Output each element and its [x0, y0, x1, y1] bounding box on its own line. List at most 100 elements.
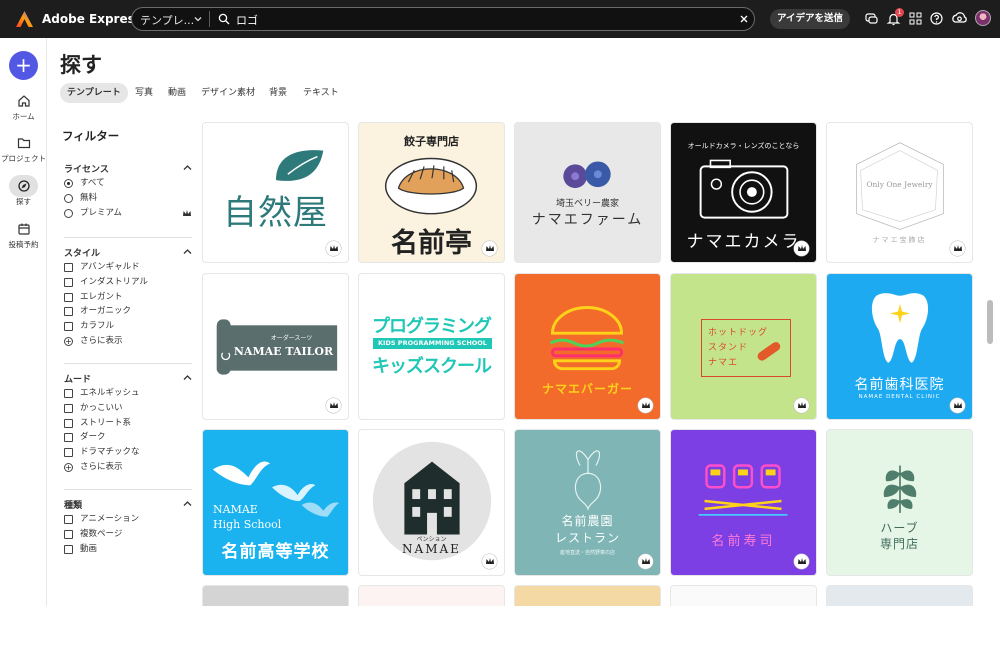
search-input[interactable]: ロゴ: [236, 12, 258, 28]
mood-option[interactable]: ストリート系: [64, 416, 192, 431]
template-card[interactable]: [514, 585, 661, 606]
tab-text[interactable]: テキスト: [303, 83, 339, 103]
type-option[interactable]: 動画: [64, 542, 192, 557]
adobe-express-logo[interactable]: [16, 11, 33, 27]
chevron-up-icon[interactable]: [183, 500, 192, 507]
template-card[interactable]: ペンション NAMAE: [358, 429, 505, 576]
mood-option[interactable]: エネルギッシュ: [64, 386, 192, 401]
rail-item-projects[interactable]: プロジェクト: [0, 136, 47, 164]
filter-heading[interactable]: スタイル: [64, 246, 192, 260]
template-card[interactable]: オーダースーツ NAMAE TAILOR: [202, 273, 349, 420]
user-avatar[interactable]: [975, 10, 991, 26]
checkbox[interactable]: [64, 292, 73, 302]
chevron-up-icon[interactable]: [183, 248, 192, 255]
template-card[interactable]: ホットドッグ スタンド ナマエ: [670, 273, 817, 420]
template-card[interactable]: [358, 585, 505, 606]
scrollbar-thumb[interactable]: [987, 300, 993, 344]
tab-photos[interactable]: 写真: [135, 83, 153, 103]
close-icon[interactable]: [739, 14, 749, 24]
mood-option[interactable]: かっこいい: [64, 401, 192, 416]
radio-button[interactable]: [64, 193, 73, 203]
help-icon[interactable]: [929, 11, 944, 26]
creative-cloud-icon[interactable]: [951, 11, 968, 26]
template-card[interactable]: オールドカメラ・レンズのことなら ナマエカメラ: [670, 122, 817, 263]
mood-option[interactable]: ダーク: [64, 430, 192, 445]
checkbox[interactable]: [64, 544, 73, 554]
checkbox[interactable]: [64, 529, 73, 539]
template-card[interactable]: NAMAE High School 名前高等学校: [202, 429, 349, 576]
feedback-icon[interactable]: [864, 11, 879, 26]
style-option[interactable]: エレガント: [64, 290, 192, 305]
style-option[interactable]: インダストリアル: [64, 275, 192, 290]
template-card[interactable]: 名前農園 レストラン 産地直送・自然野菜の店: [514, 429, 661, 576]
chevron-up-icon[interactable]: [183, 374, 192, 381]
checkbox[interactable]: [64, 418, 73, 428]
template-card[interactable]: Only One Jewelry ナマエ宝飾店: [826, 122, 973, 263]
tab-backgrounds[interactable]: 背景: [269, 83, 287, 103]
mood-option[interactable]: ドラマチックな: [64, 445, 192, 460]
chevron-down-icon[interactable]: [193, 14, 203, 24]
checkbox[interactable]: [64, 403, 73, 413]
style-option[interactable]: カラフル: [64, 319, 192, 334]
license-option-premium[interactable]: プレミアム: [64, 206, 192, 221]
checkbox[interactable]: [64, 263, 73, 272]
filter-heading[interactable]: ムード: [64, 372, 192, 386]
checkbox[interactable]: [64, 433, 73, 443]
style-option[interactable]: アバンギャルド: [64, 260, 192, 275]
template-card[interactable]: 埼玉ベリー農家 ナマエファーム: [514, 122, 661, 263]
filter-heading[interactable]: ライセンス: [64, 162, 192, 176]
rail-item-explore[interactable]: 探す: [0, 175, 47, 207]
tab-design-assets[interactable]: デザイン素材: [201, 83, 255, 103]
search-icon: [218, 13, 230, 25]
radio-button[interactable]: [64, 208, 73, 218]
folder-icon: [17, 138, 30, 149]
template-card[interactable]: 餃子専門店 名前亭: [358, 122, 505, 263]
license-option-all[interactable]: すべて: [64, 176, 192, 191]
style-option[interactable]: オーガニック: [64, 304, 192, 319]
type-option[interactable]: アニメーション: [64, 512, 192, 527]
template-card[interactable]: [826, 585, 973, 606]
checkbox[interactable]: [64, 389, 73, 398]
option-label: インダストリアル: [80, 276, 148, 287]
search-bar[interactable]: テンプレ... ロゴ: [131, 7, 755, 31]
radio-button[interactable]: [64, 179, 73, 188]
send-idea-button[interactable]: アイデアを送信: [770, 9, 850, 29]
template-card[interactable]: プログラミング KIDS PROGRAMMING SCHOOL キッズスクール: [358, 273, 505, 420]
template-card[interactable]: 自然屋: [202, 122, 349, 263]
checkbox[interactable]: [64, 277, 73, 287]
template-card[interactable]: ナマエバーガー: [514, 273, 661, 420]
card-subtitle: Only One Jewelry: [866, 180, 933, 189]
tab-videos[interactable]: 動画: [168, 83, 186, 103]
rail-item-schedule[interactable]: 投稿予約: [0, 222, 47, 250]
template-card[interactable]: 名前寿司: [670, 429, 817, 576]
rail-item-home[interactable]: ホーム: [0, 94, 47, 122]
license-option-free[interactable]: 無料: [64, 191, 192, 206]
checkbox[interactable]: [64, 322, 73, 332]
apps-grid-icon[interactable]: [908, 11, 923, 26]
checkbox[interactable]: [64, 515, 73, 524]
crown-icon: [641, 558, 650, 564]
template-card[interactable]: 名前歯科医院 NAMAE DENTAL CLINIC: [826, 273, 973, 420]
create-button[interactable]: +: [9, 51, 38, 80]
filter-heading[interactable]: 種類: [64, 498, 192, 512]
template-card[interactable]: [202, 585, 349, 606]
tab-templates[interactable]: テンプレート: [60, 83, 128, 103]
crown-icon: [485, 558, 494, 564]
checkbox[interactable]: [64, 307, 73, 317]
type-option[interactable]: 複数ページ: [64, 527, 192, 542]
crown-icon: [797, 558, 806, 564]
option-label: エネルギッシュ: [80, 388, 140, 398]
premium-badge: [482, 241, 497, 256]
checkbox[interactable]: [64, 448, 73, 458]
card-subtitle: 埼玉ベリー農家: [555, 199, 619, 209]
scrollbar[interactable]: [985, 122, 993, 606]
filter-style: スタイル アバンギャルド インダストリアル エレガント オーガニック カラフル …: [64, 246, 192, 349]
search-scope-select[interactable]: テンプレ...: [140, 12, 194, 28]
show-more-button[interactable]: + さらに表示: [64, 334, 192, 349]
card-title: NAMAE: [402, 542, 461, 556]
chevron-up-icon[interactable]: [183, 164, 192, 171]
template-card[interactable]: [670, 585, 817, 606]
show-more-button[interactable]: + さらに表示: [64, 460, 192, 475]
template-card[interactable]: ハーブ 専門店: [826, 429, 973, 576]
filter-panel: フィルター ライセンス すべて 無料 プレミアム スタイル アバンギャルド イン…: [52, 122, 200, 606]
